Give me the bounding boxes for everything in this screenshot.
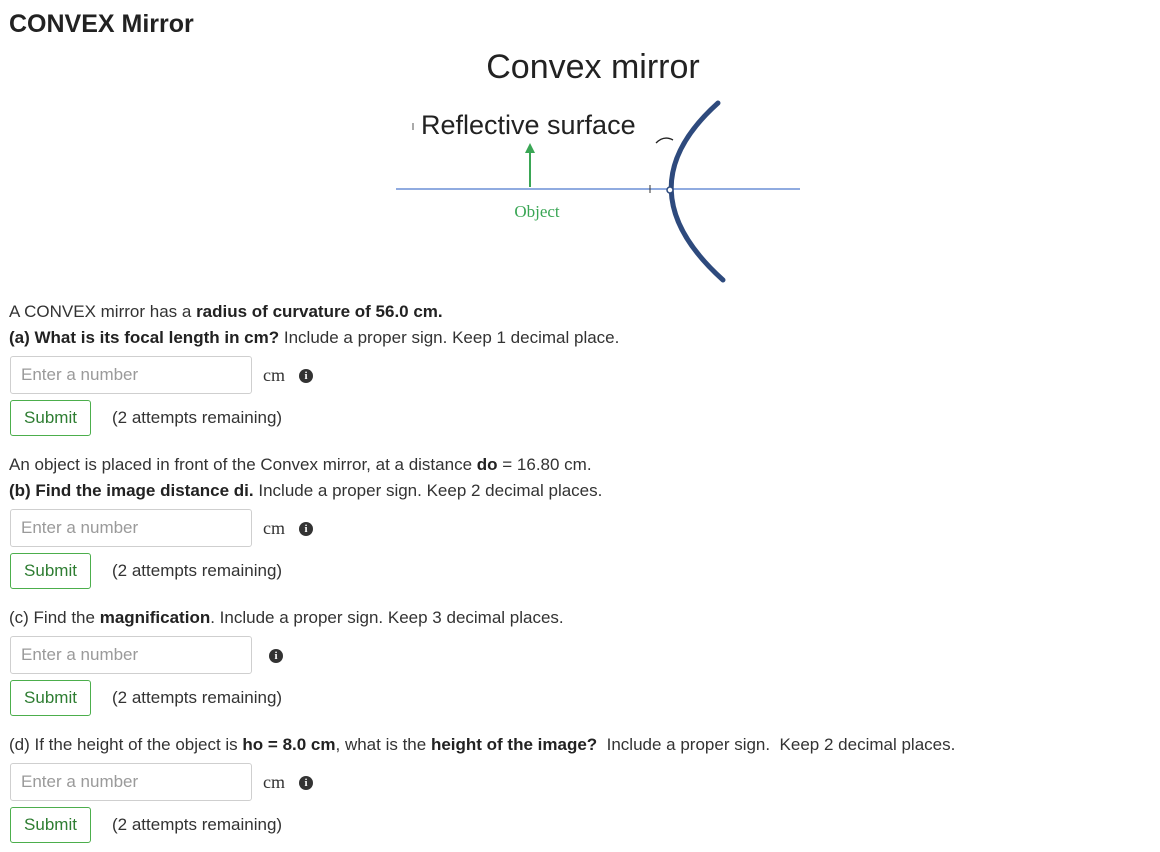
info-icon[interactable]: i xyxy=(299,369,313,383)
answer-input-c[interactable] xyxy=(10,636,252,674)
answer-input-b[interactable] xyxy=(10,509,252,547)
question-b: (b) Find the image distance di. Include … xyxy=(9,481,603,500)
question-a: (a) What is its focal length in cm? Incl… xyxy=(9,328,620,347)
info-icon[interactable]: i xyxy=(269,649,283,663)
question-b-context: An object is placed in front of the Conv… xyxy=(9,455,592,474)
label-pointer xyxy=(655,137,674,144)
info-icon[interactable]: i xyxy=(299,522,313,536)
submit-button-b[interactable]: Submit xyxy=(10,553,91,589)
info-icon[interactable]: i xyxy=(299,776,313,790)
attempts-remaining-a: (2 attempts remaining) xyxy=(112,408,283,427)
answer-input-a[interactable] xyxy=(10,356,252,394)
convex-mirror-diagram: Convex mirror Reflective surface Object xyxy=(396,48,800,283)
unit-label-a: cm xyxy=(263,365,285,385)
answer-input-d[interactable] xyxy=(10,763,252,801)
submit-button-a[interactable]: Submit xyxy=(10,400,91,436)
object-arrow-head xyxy=(525,143,535,153)
page-title: CONVEX Mirror xyxy=(9,10,194,38)
diagram-title: Convex mirror xyxy=(486,48,699,86)
submit-button-d[interactable]: Submit xyxy=(10,807,91,843)
diagram-surface-label: Reflective surface xyxy=(421,110,636,140)
problem-statement: A CONVEX mirror has a radius of curvatur… xyxy=(9,302,443,321)
attempts-remaining-c: (2 attempts remaining) xyxy=(112,688,283,707)
convex-mirror-curve xyxy=(668,100,726,283)
unit-label-d: cm xyxy=(263,772,285,792)
question-d: (d) If the height of the object is ho = … xyxy=(9,735,956,754)
diagram-object-label: Object xyxy=(514,202,560,221)
attempts-remaining-d: (2 attempts remaining) xyxy=(112,815,283,834)
unit-label-b: cm xyxy=(263,518,285,538)
question-c: (c) Find the magnification. Include a pr… xyxy=(9,608,564,627)
attempts-remaining-b: (2 attempts remaining) xyxy=(112,561,283,580)
submit-button-c[interactable]: Submit xyxy=(10,680,91,716)
vertex-point xyxy=(666,186,674,194)
